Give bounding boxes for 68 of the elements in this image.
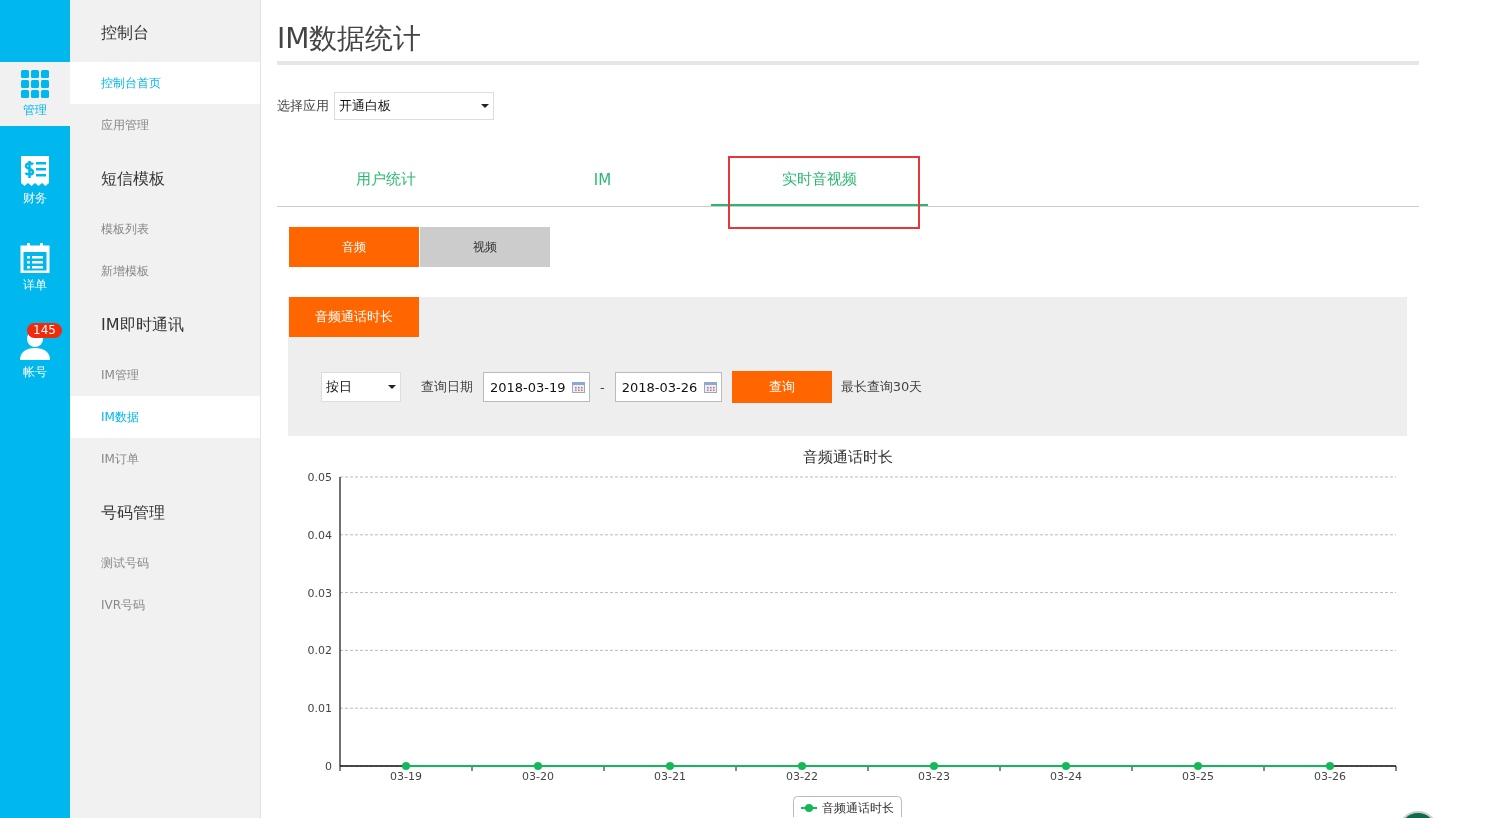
data-point (1062, 762, 1070, 770)
tab[interactable]: IM (494, 155, 711, 206)
x-tick-label: 03-20 (522, 770, 554, 783)
rail-label: 财务 (23, 189, 47, 207)
count-badge: 145 (27, 323, 62, 338)
query-button[interactable]: 查询 (731, 371, 832, 403)
x-tick-label: 03-19 (390, 770, 422, 783)
y-tick-label: 0.05 (307, 471, 332, 484)
rail-label: 详单 (23, 276, 47, 294)
rail-label: 管理 (23, 101, 47, 119)
data-point (930, 762, 938, 770)
chart-title: 音频通话时长 (803, 448, 893, 466)
data-point (1194, 762, 1202, 770)
legend-label[interactable]: 音频通话时长 (822, 801, 894, 815)
sidebar-group-title: 短信模板 (100, 168, 166, 190)
sidebar-item[interactable]: 应用管理 (70, 104, 260, 146)
y-tick-label: 0.02 (307, 644, 332, 658)
x-tick-label: 03-22 (786, 770, 818, 783)
y-tick-label: 0.03 (307, 586, 332, 600)
media-tab[interactable]: 音频 (289, 227, 419, 267)
y-tick-label: 0.01 (307, 702, 332, 716)
date-separator: - (600, 379, 605, 395)
query-note: 最长查询30天 (840, 378, 923, 396)
data-point (402, 762, 410, 770)
start-date-field[interactable]: 2018-03-19 (483, 372, 590, 402)
page-title: IM数据统计 (277, 21, 422, 57)
sidebar-item[interactable]: IM数据 (70, 396, 260, 438)
data-point (798, 762, 806, 770)
sidebar-item[interactable]: 模板列表 (70, 208, 260, 250)
sidebar-item[interactable]: 测试号码 (70, 542, 260, 584)
rail-item[interactable]: 帐号 145 (0, 323, 70, 387)
sidebar-item[interactable]: IM订单 (70, 438, 260, 480)
select-app-label: 选择应用 (277, 97, 329, 115)
app-dropdown[interactable]: 开通白板 (334, 92, 494, 120)
sidebar-item[interactable]: 控制台首页 (70, 62, 260, 104)
calendar-icon (20, 242, 50, 273)
y-tick-label: 0 (325, 760, 332, 773)
rail-label: 帐号 (23, 363, 47, 381)
sidebar-item[interactable]: 新增模板 (70, 250, 260, 292)
x-tick-label: 03-21 (654, 770, 686, 783)
sidebar-group-title: IM即时通讯 (100, 314, 185, 336)
x-tick-label: 03-24 (1050, 770, 1082, 783)
sidebar-item[interactable]: IVR号码 (70, 584, 260, 626)
bill-icon (21, 155, 49, 186)
data-point (534, 762, 542, 770)
media-tab[interactable]: 视频 (420, 227, 550, 267)
period-dropdown[interactable]: 按日 (321, 372, 401, 402)
panel-tab[interactable]: 音频通话时长 (289, 297, 419, 337)
sidebar-item[interactable]: IM管理 (70, 354, 260, 396)
sidebar-group-title: 控制台 (100, 22, 150, 44)
data-point (1326, 762, 1334, 770)
x-tick-label: 03-26 (1314, 770, 1346, 783)
x-tick-label: 03-25 (1182, 770, 1214, 783)
rail-item[interactable]: 财务 (0, 149, 70, 213)
sidebar-group-title: 号码管理 (100, 502, 166, 524)
calendar-icon (703, 381, 717, 393)
end-date-field[interactable]: 2018-03-26 (614, 372, 722, 402)
data-point (666, 762, 674, 770)
y-tick-label: 0.04 (307, 528, 332, 542)
x-tick-label: 03-23 (918, 770, 950, 783)
rail-item[interactable]: 管理 (0, 62, 70, 126)
calendar-icon (572, 381, 585, 393)
date-label: 查询日期 (421, 378, 473, 396)
tab[interactable]: 用户统计 (277, 155, 494, 206)
rail-item[interactable]: 详单 (0, 236, 70, 300)
tab[interactable]: 实时音视频 (711, 155, 928, 206)
legend-marker-icon (800, 804, 818, 812)
grid-icon (21, 69, 49, 98)
